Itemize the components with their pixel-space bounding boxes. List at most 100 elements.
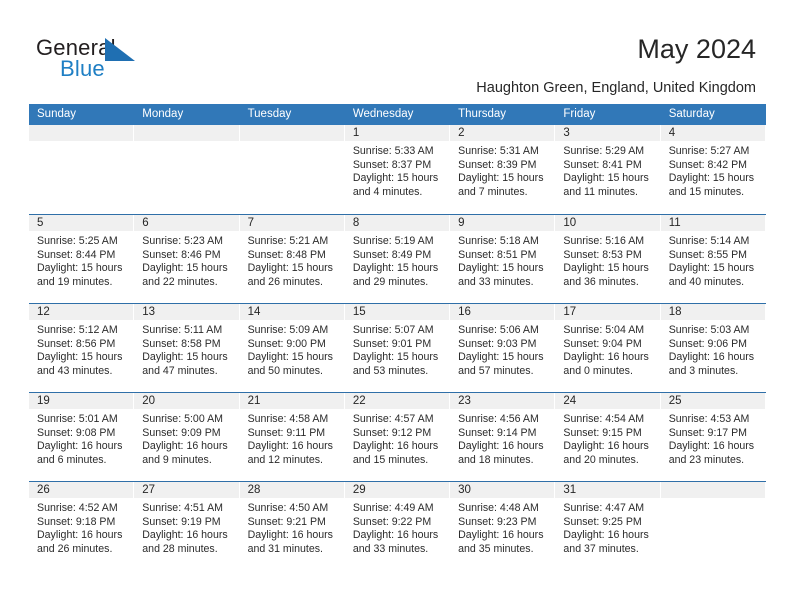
day-number-strip: 27 (134, 482, 239, 498)
calendar-day-cell-20[interactable]: 20 Sunrise: 5:00 AM Sunset: 9:09 PM Dayligh… (134, 393, 239, 481)
day-details: Sunrise: 5:07 AM Sunset: 9:01 PM Daylight:… (345, 320, 450, 378)
calendar-day-cell-21[interactable]: 21 Sunrise: 4:58 AM Sunset: 9:11 PM Dayligh… (239, 393, 345, 481)
day-number: 12 (37, 306, 50, 318)
sunrise-text: Sunrise: 5:18 AM (458, 235, 539, 247)
day-number-strip: 20 (134, 393, 239, 409)
calendar-day-cell-24[interactable]: 24 Sunrise: 4:54 AM Sunset: 9:15 PM Dayligh… (555, 393, 660, 481)
calendar-day-cell-9[interactable]: 9 Sunrise: 5:18 AM Sunset: 8:51 PM Daylight… (450, 215, 555, 303)
daylight-text: and 12 minutes. (247, 453, 323, 466)
calendar-day-cell-27[interactable]: 27 Sunrise: 4:51 AM Sunset: 9:19 PM Dayligh… (134, 482, 239, 570)
weekday-header-friday: Friday (563, 108, 596, 120)
day-details: Sunrise: 5:21 AM Sunset: 8:48 PM Daylight:… (240, 231, 345, 289)
day-details: Sunrise: 5:00 AM Sunset: 9:09 PM Daylight:… (134, 409, 239, 467)
sunset-text: Sunset: 9:09 PM (142, 426, 221, 439)
calendar-day-cell-5[interactable]: 5 Sunrise: 5:25 AM Sunset: 8:44 PM Daylight… (29, 215, 134, 303)
calendar-week-row: 19 Sunrise: 5:01 AM Sunset: 9:08 PM Dayligh… (29, 392, 766, 481)
sunset-text: Sunset: 9:18 PM (37, 515, 116, 528)
day-number-strip: 14 (239, 304, 344, 320)
daylight-text: Daylight: 16 hours (668, 351, 755, 364)
sunset-text: Sunset: 9:12 PM (352, 426, 432, 439)
calendar-day-cell-10[interactable]: 10 Sunrise: 5:16 AM Sunset: 8:53 PM Dayligh… (555, 215, 660, 303)
day-number: 22 (352, 395, 366, 407)
calendar-day-cell-13[interactable]: 13 Sunrise: 5:11 AM Sunset: 8:58 PM Dayligh… (134, 304, 239, 392)
calendar-day-cell-16[interactable]: 16 Sunrise: 5:06 AM Sunset: 9:03 PM Dayligh… (450, 304, 555, 392)
day-details: Sunrise: 5:18 AM Sunset: 8:51 PM Daylight:… (450, 231, 555, 289)
day-number: 15 (352, 306, 366, 318)
calendar-day-cell-23[interactable]: 23 Sunrise: 4:56 AM Sunset: 9:14 PM Dayligh… (450, 393, 555, 481)
daylight-text: and 57 minutes. (458, 364, 534, 377)
sunset-text: Sunset: 8:37 PM (352, 158, 432, 171)
sunrise-text: Sunrise: 4:47 AM (563, 502, 645, 514)
weekday-header-tuesday: Tuesday (247, 108, 292, 120)
calendar-table: Sunday Monday Tuesday Wednesday Thursday Frid… (29, 104, 766, 570)
calendar-day-cell-15[interactable]: 15 Sunrise: 5:07 AM Sunset: 9:01 PM Dayligh… (344, 304, 450, 392)
day-details: Sunrise: 5:12 AM Sunset: 8:56 PM Daylight:… (29, 320, 134, 378)
calendar-day-cell-14[interactable]: 14 Sunrise: 5:09 AM Sunset: 9:00 PM Dayligh… (239, 304, 345, 392)
sunset-text: Sunset: 9:14 PM (458, 426, 537, 439)
calendar-day-cell-25[interactable]: 25 Sunrise: 4:53 AM Sunset: 9:17 PM Dayligh… (660, 393, 766, 481)
day-details: Sunrise: 5:09 AM Sunset: 9:00 PM Daylight:… (240, 320, 345, 378)
sunset-text: Sunset: 9:04 PM (563, 337, 642, 350)
calendar-day-cell-28[interactable]: 28 Sunrise: 4:50 AM Sunset: 9:21 PM Dayligh… (239, 482, 345, 570)
day-number: 2 (458, 127, 465, 139)
sunrise-text: Sunrise: 5:09 AM (247, 324, 329, 336)
calendar-cell-empty (660, 482, 766, 570)
daylight-text: Daylight: 15 hours (247, 262, 333, 275)
calendar-day-cell-1[interactable]: 1 Sunrise: 5:33 AM Sunset: 8:37 PM Daylight… (344, 125, 450, 214)
sunrise-text: Sunrise: 5:01 AM (37, 413, 118, 425)
page-header: General Blue May 2024 Haughton Green, En… (0, 0, 792, 100)
day-number: 29 (352, 484, 366, 496)
calendar-day-cell-19[interactable]: 19 Sunrise: 5:01 AM Sunset: 9:08 PM Dayligh… (29, 393, 134, 481)
calendar-day-cell-17[interactable]: 17 Sunrise: 5:04 AM Sunset: 9:04 PM Dayligh… (555, 304, 660, 392)
day-details: Sunrise: 4:57 AM Sunset: 9:12 PM Daylight:… (345, 409, 450, 467)
day-number-strip: 6 (134, 215, 239, 231)
day-number-strip: 1 (344, 125, 450, 141)
daylight-text: and 43 minutes. (37, 364, 113, 377)
sunrise-text: Sunrise: 5:00 AM (142, 413, 223, 425)
calendar-day-cell-12[interactable]: 12 Sunrise: 5:12 AM Sunset: 8:56 PM Dayligh… (29, 304, 134, 392)
calendar-day-cell-26[interactable]: 26 Sunrise: 4:52 AM Sunset: 9:18 PM Dayligh… (29, 482, 134, 570)
calendar-day-cell-3[interactable]: 3 Sunrise: 5:29 AM Sunset: 8:41 PM Daylight… (555, 125, 660, 214)
day-number-strip: 15 (344, 304, 450, 320)
daylight-text: and 53 minutes. (352, 364, 429, 377)
calendar-day-cell-8[interactable]: 8 Sunrise: 5:19 AM Sunset: 8:49 PM Daylight… (344, 215, 450, 303)
daylight-text: and 15 minutes. (352, 453, 429, 466)
sunset-text: Sunset: 8:48 PM (247, 248, 326, 261)
calendar-day-cell-30[interactable]: 30 Sunrise: 4:48 AM Sunset: 9:23 PM Dayligh… (450, 482, 555, 570)
calendar-day-cell-2[interactable]: 2 Sunrise: 5:31 AM Sunset: 8:39 PM Daylight… (450, 125, 555, 214)
daylight-text: Daylight: 15 hours (352, 262, 439, 275)
day-number-strip (239, 125, 344, 141)
sunset-text: Sunset: 8:53 PM (563, 248, 642, 261)
sunset-text: Sunset: 8:49 PM (352, 248, 432, 261)
day-number: 31 (563, 484, 577, 496)
sunset-text: Sunset: 9:15 PM (563, 426, 642, 439)
day-number-strip: 21 (239, 393, 344, 409)
calendar-day-cell-11[interactable]: 11 Sunrise: 5:14 AM Sunset: 8:55 PM Dayligh… (660, 215, 766, 303)
calendar-week-row: 26 Sunrise: 4:52 AM Sunset: 9:18 PM Dayligh… (29, 481, 766, 570)
daylight-text: Daylight: 16 hours (142, 529, 228, 542)
daylight-text: Daylight: 16 hours (458, 440, 544, 453)
sunset-text: Sunset: 8:46 PM (142, 248, 221, 261)
daylight-text: and 4 minutes. (352, 185, 423, 198)
weekday-header-wednesday: Wednesday (352, 108, 414, 120)
calendar-day-cell-29[interactable]: 29 Sunrise: 4:49 AM Sunset: 9:22 PM Dayligh… (344, 482, 450, 570)
calendar-day-cell-6[interactable]: 6 Sunrise: 5:23 AM Sunset: 8:46 PM Daylight… (134, 215, 239, 303)
sunset-text: Sunset: 8:42 PM (668, 158, 748, 171)
calendar-day-cell-18[interactable]: 18 Sunrise: 5:03 AM Sunset: 9:06 PM Dayligh… (660, 304, 766, 392)
page-subtitle: Haughton Green, England, United Kingdom (476, 80, 756, 96)
sunset-text: Sunset: 9:11 PM (247, 426, 326, 439)
calendar-day-cell-22[interactable]: 22 Sunrise: 4:57 AM Sunset: 9:12 PM Dayligh… (344, 393, 450, 481)
calendar-day-cell-7[interactable]: 7 Sunrise: 5:21 AM Sunset: 8:48 PM Daylight… (239, 215, 345, 303)
sunset-text: Sunset: 8:41 PM (563, 158, 642, 171)
sunset-text: Sunset: 9:17 PM (668, 426, 748, 439)
calendar-day-cell-4[interactable]: 4 Sunrise: 5:27 AM Sunset: 8:42 PM Daylight… (660, 125, 766, 214)
sunset-text: Sunset: 8:55 PM (668, 248, 748, 261)
daylight-text: Daylight: 15 hours (142, 351, 228, 364)
calendar-day-cell-31[interactable]: 31 Sunrise: 4:47 AM Sunset: 9:25 PM Dayligh… (555, 482, 660, 570)
page-title: May 2024 (637, 34, 756, 64)
calendar-page: General Blue May 2024 Haughton Green, En… (0, 0, 792, 612)
daylight-text: Daylight: 15 hours (563, 172, 649, 185)
daylight-text: and 31 minutes. (247, 542, 323, 555)
sunrise-text: Sunrise: 4:57 AM (352, 413, 434, 425)
day-details: Sunrise: 5:06 AM Sunset: 9:03 PM Daylight:… (450, 320, 555, 378)
